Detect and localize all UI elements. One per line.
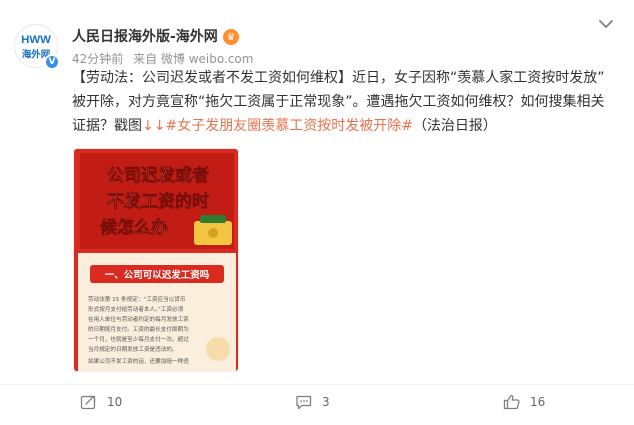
post-source-tag: （法治日报） <box>412 118 497 134</box>
forward-count: 10 <box>107 395 123 409</box>
like-count: 16 <box>530 395 546 409</box>
more-options-button[interactable] <box>596 16 616 32</box>
poster-body-line-1: 劳动法第 15 条规定：“工资应当以货币 <box>88 295 186 303</box>
post-image[interactable]: 公司迟发或者 不发工资的时 候怎么办 一、公司可以迟发工资吗 劳动法第 15 条… <box>73 148 239 372</box>
action-bar: 10 3 16 <box>0 384 634 420</box>
post-text-1: 近日，女子因称 <box>352 70 450 86</box>
post-text: 【劳动法：公司迟发或者不发工资如何维权】近日，女子因称“羡慕人家工资按时发放” 被… <box>72 66 612 138</box>
poster-body-line-3: 在用人单位与劳动者约定的每月发放工资 <box>88 315 189 323</box>
comment-count: 3 <box>322 395 330 409</box>
thumbs-up-icon <box>503 394 520 410</box>
post-time[interactable]: 42分钟前 <box>72 52 123 66</box>
comment-icon <box>296 395 312 410</box>
author-name[interactable]: 人民日报海外版-海外网 <box>72 27 218 47</box>
poster-body-line-7: 如果公司不发工资的话，还要加赔一种违 <box>88 357 189 365</box>
poster-title-line-2: 不发工资的时 <box>107 191 209 212</box>
post-source: 来自 微博 weibo.com <box>133 52 254 66</box>
member-crown-icon[interactable]: ♛ <box>222 29 239 45</box>
author-row: 人民日报海外版-海外网 ♛ <box>72 27 259 47</box>
topic-hashtag-link[interactable]: #女子发朋友圈羡慕工资按时发被开除# <box>165 118 412 134</box>
forward-icon <box>80 395 96 410</box>
post-meta: 42分钟前 来自 微博 weibo.com <box>72 51 259 67</box>
post-quote-2: “拖欠工资属于正常现象” <box>198 94 353 110</box>
post-text-2: 被开除，对方竟宣称 <box>72 94 198 110</box>
post-title: 【劳动法：公司迟发或者不发工资如何维权】 <box>72 70 352 86</box>
post-quote-1: “羡慕人家工资按时发放” <box>450 70 605 86</box>
chevron-down-icon <box>599 20 613 28</box>
poster-body-line-5: 一个月，也就是至少每月支付一次。超过 <box>88 335 189 343</box>
forward-button[interactable]: 10 <box>80 394 122 410</box>
post-header: 人民日报海外版-海外网 ♛ 42分钟前 来自 微博 weibo.com <box>72 27 259 67</box>
poster-body-line-6: 当月规定的日期发放工资是违法的。 <box>88 345 178 353</box>
like-button[interactable]: 16 <box>503 394 545 410</box>
poster-section-heading: 一、公司可以迟发工资吗 <box>105 269 210 281</box>
down-arrows: ↓↓ <box>142 118 166 134</box>
verified-badge-icon: V <box>44 54 60 70</box>
poster-body-line-2: 形式按月支付给劳动者本人。”工资必须 <box>88 305 184 313</box>
comment-button[interactable]: 3 <box>295 394 330 410</box>
poster-body-line-4: 的日期按月支付。工资的最长支付周期为 <box>88 325 189 333</box>
poster-title-line-3: 候怎么办 <box>100 217 168 238</box>
poster-title-line-1: 公司迟发或者 <box>107 165 209 186</box>
avatar-logo-text: HWW <box>21 34 51 46</box>
weibo-post-card: HWW 海外网 V 人民日报海外版-海外网 ♛ 42分钟前 来自 微博 weib… <box>0 0 634 425</box>
avatar[interactable]: HWW 海外网 V <box>14 24 60 70</box>
poster-graphic: 公司迟发或者 不发工资的时 候怎么办 一、公司可以迟发工资吗 劳动法第 15 条… <box>74 149 238 371</box>
